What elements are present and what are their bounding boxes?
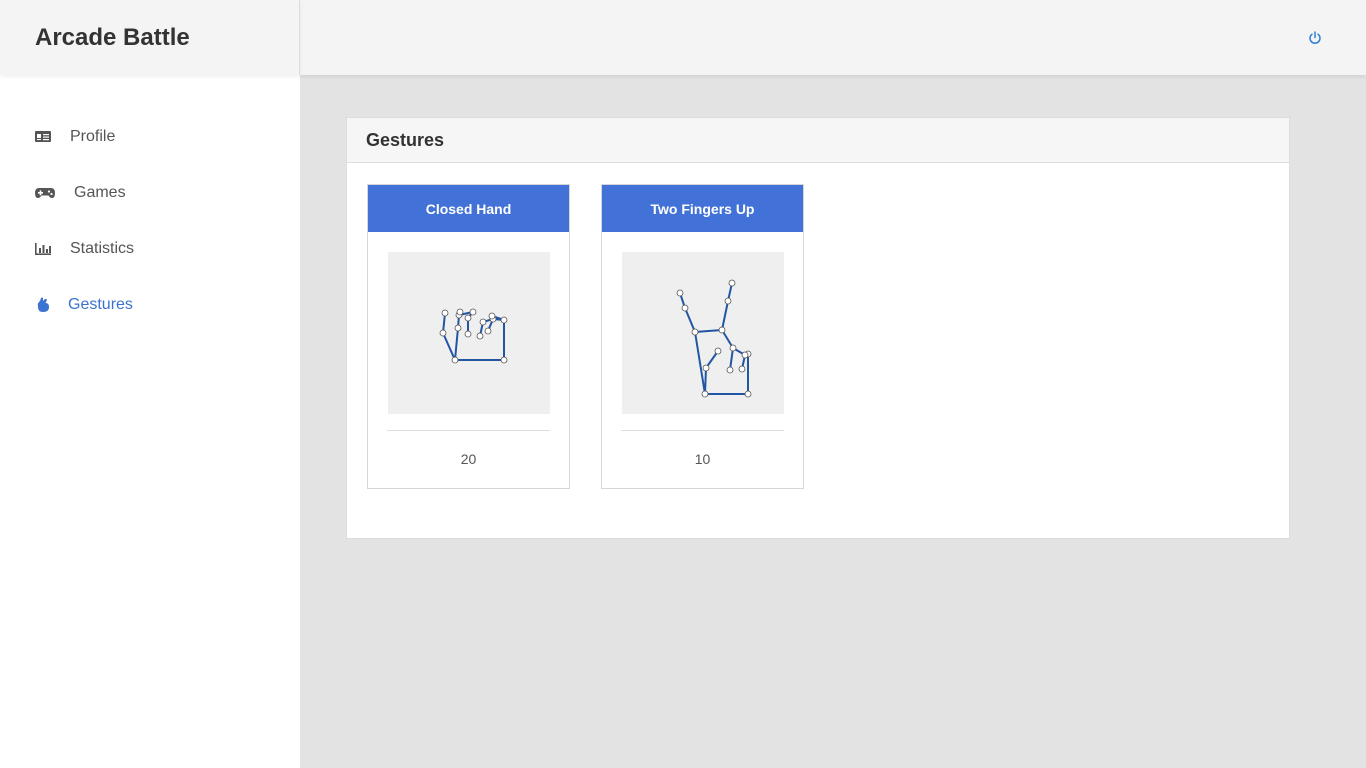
gestures-panel: Gestures Closed Hand 20 Two Fingers Up 1… [346, 117, 1290, 539]
panel-title: Gestures [366, 130, 445, 150]
sidebar-item-label: Gestures [68, 296, 133, 313]
card-divider [387, 430, 550, 431]
gesture-card-two-fingers-up[interactable]: Two Fingers Up 10 [601, 184, 804, 489]
sidebar-item-games[interactable]: Games [0, 173, 300, 213]
sidebar-item-profile[interactable]: Profile [0, 117, 300, 157]
sidebar-item-label: Profile [70, 128, 116, 145]
top-bar [300, 0, 1366, 75]
sidebar-item-gestures[interactable]: Gestures [0, 285, 300, 325]
sidebar-item-label: Statistics [70, 240, 135, 257]
panel-header: Gestures [347, 118, 1289, 163]
card-divider [621, 430, 784, 431]
two-fingers-skeleton [676, 279, 752, 398]
app-title: Arcade Battle [35, 24, 190, 51]
gesture-card-title: Two Fingers Up [602, 185, 803, 232]
gesture-card-title: Closed Hand [368, 185, 569, 232]
gesture-count: 10 [694, 451, 711, 467]
power-icon [1309, 31, 1321, 44]
bar-chart-icon [35, 243, 51, 255]
sidebar-item-statistics[interactable]: Statistics [0, 229, 300, 269]
gesture-count: 20 [460, 451, 477, 467]
power-button[interactable] [1306, 29, 1324, 47]
gamepad-icon [35, 188, 55, 198]
hand-skeleton-image [388, 252, 550, 414]
id-card-icon [35, 131, 51, 142]
sidebar-item-label: Games [74, 184, 126, 201]
hand-icon [37, 297, 49, 312]
hand-skeleton-image [622, 252, 784, 414]
sidebar-header: Arcade Battle [0, 0, 300, 75]
gesture-card-closed-hand[interactable]: Closed Hand 20 [367, 184, 570, 489]
closed-hand-skeleton [439, 308, 508, 364]
sidebar: Profile Games Statistics Gestures [0, 75, 300, 768]
